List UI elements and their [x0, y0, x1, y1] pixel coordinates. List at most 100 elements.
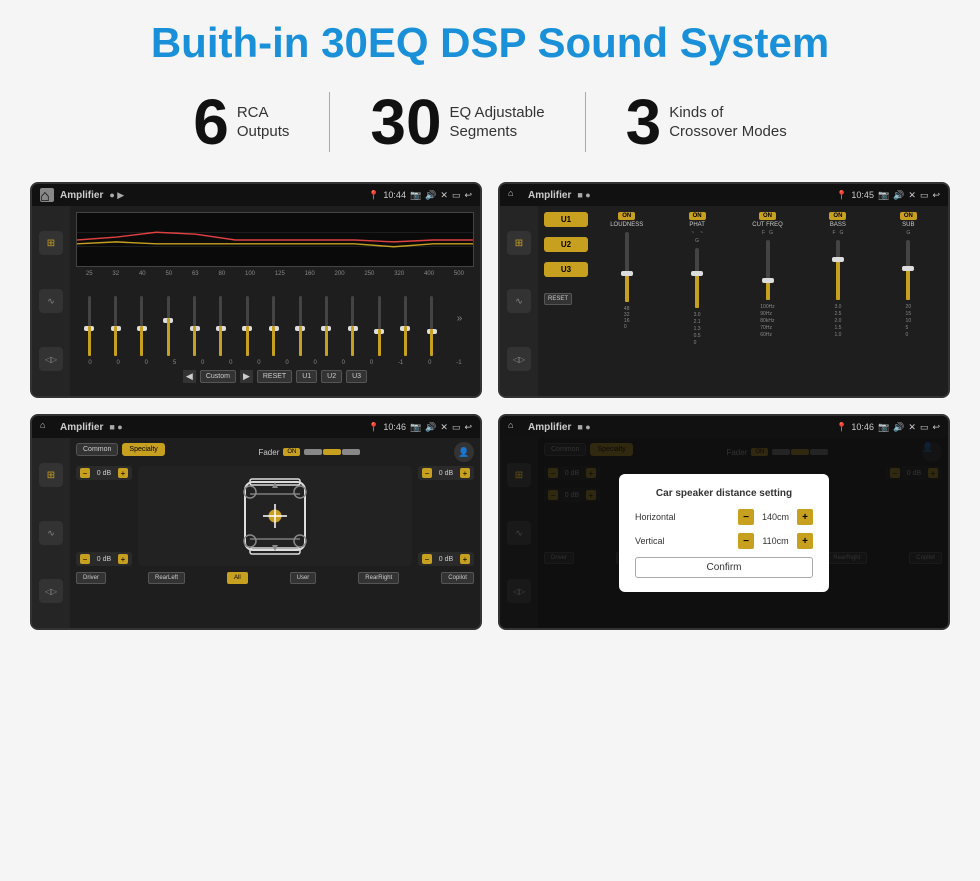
vol-right-bottom-plus[interactable]: + [460, 554, 470, 564]
home-icon-2[interactable]: ⌂ [508, 188, 522, 202]
sidebar-btn-3b[interactable]: ∿ [39, 521, 63, 545]
driver-btn[interactable]: Driver [76, 572, 106, 584]
fader-main-area: Common Specialty Fader ON [70, 438, 480, 628]
sidebar-btn-2a[interactable]: ⊞ [507, 231, 531, 255]
sidebar-btn-3a[interactable]: ⊞ [39, 463, 63, 487]
location-icon-1: 📍 [368, 190, 379, 201]
fader-on-toggle[interactable]: ON [283, 448, 300, 456]
on-bass[interactable]: ON [829, 212, 846, 220]
tab-specialty[interactable]: Specialty [122, 443, 164, 456]
user-btn[interactable]: User [290, 572, 317, 584]
u1-select-btn[interactable]: U1 [544, 212, 588, 227]
on-loudness[interactable]: ON [618, 212, 635, 220]
speaker-layout: − 0 dB + − 0 dB + [76, 466, 474, 566]
horizontal-label: Horizontal [635, 512, 690, 522]
stat-crossover: 3 Kinds ofCrossover Modes [586, 90, 827, 154]
page-container: Buith-in 30EQ DSP Sound System 6 RCAOutp… [30, 20, 950, 630]
tab-common[interactable]: Common [76, 443, 118, 456]
sidebar-btn-3c[interactable]: ◁▷ [39, 579, 63, 603]
eq-slider-4[interactable] [193, 281, 196, 356]
all-btn[interactable]: All [227, 572, 248, 584]
app-label-2: Amplifier [528, 190, 571, 201]
vertical-minus-btn[interactable]: − [738, 533, 754, 549]
u1-btn-1[interactable]: U1 [296, 370, 317, 383]
eq-values-row: 0 0 0 5 0 0 0 0 0 0 0 -1 0 -1 [76, 360, 474, 366]
eq-slider-0[interactable] [88, 281, 91, 356]
sub-slider[interactable] [906, 240, 910, 300]
cutfreq-slider[interactable] [766, 240, 770, 300]
back-icon-2: ↩ [932, 190, 940, 201]
reset-btn-1[interactable]: RESET [257, 370, 292, 383]
sidebar-btn-2b[interactable]: ∿ [507, 289, 531, 313]
phat-slider[interactable] [695, 248, 699, 308]
on-cutfreq[interactable]: ON [759, 212, 776, 220]
eq-slider-7[interactable] [272, 281, 275, 356]
vol-left-bottom: − 0 dB + [76, 552, 132, 566]
home-icon-3[interactable]: ⌂ [40, 420, 54, 434]
stat-number-crossover: 3 [626, 90, 662, 154]
vol-left-top-plus[interactable]: + [118, 468, 128, 478]
vol-left-top-minus[interactable]: − [80, 468, 90, 478]
eq-slider-8[interactable] [299, 281, 302, 356]
vol-left-bottom-minus[interactable]: − [80, 554, 90, 564]
horizontal-plus-btn[interactable]: + [797, 509, 813, 525]
eq-labels: 25 32 40 50 63 80 100 125 160 200 250 32… [76, 271, 474, 277]
eq-slider-6[interactable] [246, 281, 249, 356]
vol-left-bottom-plus[interactable]: + [118, 554, 128, 564]
sidebar-btn-2c[interactable]: ◁▷ [507, 347, 531, 371]
vol-right-top-plus[interactable]: + [460, 468, 470, 478]
eq-slider-13[interactable] [430, 281, 433, 356]
vertical-plus-btn[interactable]: + [797, 533, 813, 549]
eq-slider-9[interactable] [325, 281, 328, 356]
bass-label: BASS [830, 222, 846, 228]
eq-slider-10[interactable] [351, 281, 354, 356]
eq-slider-5[interactable] [219, 281, 222, 356]
status-bar-4: ⌂ Amplifier ■ ● 📍 10:46 📷 🔊 ✕ ▭ ↩ [500, 416, 948, 438]
bass-slider[interactable] [836, 240, 840, 300]
crossover-channels: ON LOUDNESS 4832160 ON [593, 212, 942, 346]
eq-slider-11[interactable] [378, 281, 381, 356]
camera-icon-2: 📷 [878, 190, 889, 201]
eq-slider-3[interactable] [167, 281, 170, 356]
rearright-btn[interactable]: RearRight [358, 572, 399, 584]
home-icon-4[interactable]: ⌂ [508, 420, 522, 434]
channel-sub: ON SUB G 20151050 [875, 212, 942, 346]
loudness-slider[interactable] [625, 232, 629, 302]
next-preset-btn[interactable]: ▶ [240, 370, 253, 383]
cutfreq-ticks: 100Hz90Hz80kHz70Hz60Hz [760, 304, 774, 338]
u2-btn-1[interactable]: U2 [321, 370, 342, 383]
prev-preset-btn[interactable]: ◀ [183, 370, 196, 383]
u3-select-btn[interactable]: U3 [544, 262, 588, 277]
sidebar-btn-eq[interactable]: ⊞ [39, 231, 63, 255]
on-sub[interactable]: ON [900, 212, 917, 220]
u2-select-btn[interactable]: U2 [544, 237, 588, 252]
eq-slider-12[interactable] [404, 281, 407, 356]
u3-btn-1[interactable]: U3 [346, 370, 367, 383]
rearleft-btn[interactable]: RearLeft [148, 572, 185, 584]
fader-text: Fader [258, 448, 279, 457]
home-icon[interactable]: ⌂ [40, 188, 54, 202]
reset-cross-btn[interactable]: RESET [544, 287, 588, 305]
sidebar-btn-vol[interactable]: ◁▷ [39, 347, 63, 371]
camera-icon-4: 📷 [878, 422, 889, 433]
car-speaker-diagram [138, 466, 412, 566]
eq-slider-1[interactable] [114, 281, 117, 356]
confirm-button[interactable]: Confirm [635, 557, 813, 578]
distance-dialog: Car speaker distance setting Horizontal … [619, 474, 829, 592]
horizontal-row: Horizontal − 140cm + [635, 509, 813, 525]
status-bar-3: ⌂ Amplifier ■ ● 📍 10:46 📷 🔊 ✕ ▭ ↩ [32, 416, 480, 438]
horizontal-minus-btn[interactable]: − [738, 509, 754, 525]
stat-label-rca: RCAOutputs [237, 103, 290, 142]
x-icon-2: ✕ [908, 190, 916, 201]
vol-right-bottom-minus[interactable]: − [422, 554, 432, 564]
vol-right-top-minus[interactable]: − [422, 468, 432, 478]
copilot-btn[interactable]: Copilot [441, 572, 474, 584]
eq-bottom-controls: ◀ Custom ▶ RESET U1 U2 U3 [76, 370, 474, 383]
eq-slider-2[interactable] [140, 281, 143, 356]
camera-icon-1: 📷 [410, 190, 421, 201]
sidebar-btn-wave[interactable]: ∿ [39, 289, 63, 313]
on-phat[interactable]: ON [689, 212, 706, 220]
expand-icon[interactable]: » [457, 313, 463, 324]
screen-content-3: ⊞ ∿ ◁▷ Common Specialty [32, 438, 480, 628]
fader-top-row: Common Specialty Fader ON [76, 442, 474, 462]
